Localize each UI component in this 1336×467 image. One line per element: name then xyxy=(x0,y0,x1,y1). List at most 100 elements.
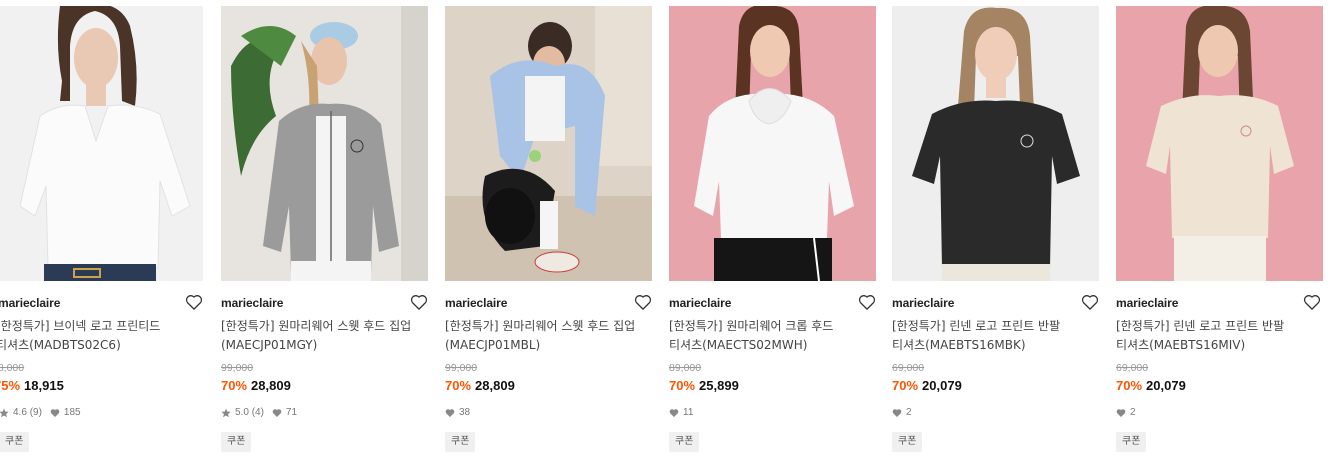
product-name[interactable]: [한정특가] 원마리웨어 스웻 후드 집업 (MAECJP01MBL) xyxy=(445,317,652,355)
sale-price: 28,809 xyxy=(475,378,515,393)
product-image[interactable] xyxy=(445,6,652,281)
original-price: 78,000 xyxy=(0,362,25,374)
product-name-line2: (MAECJP01MBL) xyxy=(445,338,541,352)
discount-rate: 70% xyxy=(1116,378,1143,393)
wishlist-heart-icon[interactable] xyxy=(634,294,652,312)
like-count: 185 xyxy=(63,407,81,418)
price-line: 70% 28,809 xyxy=(445,378,515,393)
product-name[interactable]: [한정특가] 린넨 로고 프린트 반팔 티셔츠(MAEBTS16MBK) xyxy=(892,317,1099,355)
product-meta: 4.6 (9) 185 xyxy=(0,407,89,418)
product-name-line2: 티셔츠(MAECTS02MWH) xyxy=(669,338,808,352)
heart-filled-icon xyxy=(445,408,455,418)
like-count: 2 xyxy=(906,407,912,418)
sale-price: 28,809 xyxy=(251,378,291,393)
original-price: 99,000 xyxy=(221,362,254,374)
original-price: 89,000 xyxy=(669,362,702,374)
product-name[interactable]: [한정특가] 원마리웨어 크롭 후드 티셔츠(MAECTS02MWH) xyxy=(669,317,876,355)
product-card[interactable]: marieclaire [한정특가] 원마리웨어 스웻 후드 집업 (MAECJ… xyxy=(445,6,652,461)
discount-rate: 75% xyxy=(0,378,21,393)
brand-row: marieclaire xyxy=(1116,294,1323,312)
sale-price: 18,915 xyxy=(24,378,64,393)
product-meta: 38 xyxy=(445,407,478,418)
product-name-line2: 티셔츠(MAEBTS16MBK) xyxy=(892,338,1026,352)
product-name-line1: [한정특가] 린넨 로고 프린트 반팔 xyxy=(1116,319,1285,333)
brand-name[interactable]: marieclaire xyxy=(892,296,954,310)
product-card[interactable]: marieclaire [한정특가] 린넨 로고 프린트 반팔 티셔츠(MAEB… xyxy=(892,6,1099,461)
star-icon xyxy=(221,408,231,418)
coupon-badge: 쿠폰 xyxy=(1116,432,1147,452)
brand-row: marieclaire xyxy=(445,294,652,312)
wishlist-heart-icon[interactable] xyxy=(1081,294,1099,312)
coupon-badge: 쿠폰 xyxy=(0,432,30,452)
product-card[interactable]: marieclaire [한정특가] 원마리웨어 크롭 후드 티셔츠(MAECT… xyxy=(669,6,876,461)
discount-rate: 70% xyxy=(445,378,472,393)
product-meta: 11 xyxy=(669,407,701,418)
likes: 2 xyxy=(1116,407,1136,418)
coupon-badge: 쿠폰 xyxy=(221,432,252,452)
brand-row: marieclaire xyxy=(669,294,876,312)
product-image[interactable] xyxy=(221,6,428,281)
price-line: 70% 20,079 xyxy=(1116,378,1186,393)
product-image[interactable] xyxy=(0,6,203,281)
brand-name[interactable]: marieclaire xyxy=(669,296,731,310)
rating: 5.0 (4) xyxy=(221,407,264,418)
product-name[interactable]: [한정특가] 린넨 로고 프린트 반팔 티셔츠(MAEBTS16MIV) xyxy=(1116,317,1323,355)
sale-price: 20,079 xyxy=(922,378,962,393)
brand-row: marieclaire xyxy=(892,294,1099,312)
brand-name[interactable]: marieclaire xyxy=(0,296,60,310)
product-meta: 2 xyxy=(892,407,920,418)
product-name-line2: (MAECJP01MGY) xyxy=(221,338,318,352)
brand-name[interactable]: marieclaire xyxy=(221,296,283,310)
brand-row: marieclaire xyxy=(0,294,203,312)
product-name[interactable]: [한정특가] 원마리웨어 스웻 후드 집업 (MAECJP01MGY) xyxy=(221,317,428,355)
coupon-badge: 쿠폰 xyxy=(669,432,700,452)
heart-filled-icon xyxy=(892,408,902,418)
product-name-line1: [한정특가] 브이넥 로고 프린티드 xyxy=(0,319,161,333)
wishlist-heart-icon[interactable] xyxy=(1303,294,1321,312)
heart-filled-icon xyxy=(272,408,282,418)
like-count: 11 xyxy=(683,407,694,418)
product-name-line2: 티셔츠(MAEBTS16MIV) xyxy=(1116,338,1246,352)
product-name-line2: 티셔츠(MADBTS02C6) xyxy=(0,338,121,352)
brand-name[interactable]: marieclaire xyxy=(1116,296,1178,310)
star-icon xyxy=(0,408,9,418)
coupon-badge: 쿠폰 xyxy=(892,432,923,452)
product-card[interactable]: marieclaire [한정특가] 브이넥 로고 프린티드 티셔츠(MADBT… xyxy=(0,6,203,461)
product-card[interactable]: marieclaire [한정특가] 린넨 로고 프린트 반팔 티셔츠(MAEB… xyxy=(1116,6,1323,461)
review-count: (9) xyxy=(29,407,42,418)
likes: 11 xyxy=(669,407,693,418)
product-card[interactable]: marieclaire [한정특가] 원마리웨어 스웻 후드 집업 (MAECJ… xyxy=(221,6,428,461)
heart-filled-icon xyxy=(1116,408,1126,418)
original-price: 69,000 xyxy=(892,362,925,374)
wishlist-heart-icon[interactable] xyxy=(185,294,203,312)
product-name-line1: [한정특가] 원마리웨어 스웻 후드 집업 xyxy=(445,319,636,333)
wishlist-heart-icon[interactable] xyxy=(858,294,876,312)
heart-filled-icon xyxy=(50,408,60,418)
wishlist-heart-icon[interactable] xyxy=(410,294,428,312)
product-meta: 5.0 (4) 71 xyxy=(221,407,305,418)
product-grid: marieclaire [한정특가] 브이넥 로고 프린티드 티셔츠(MADBT… xyxy=(0,0,1336,467)
sale-price: 20,079 xyxy=(1146,378,1186,393)
review-count: (4) xyxy=(251,407,264,418)
like-count: 38 xyxy=(459,407,471,418)
product-name-line1: [한정특가] 원마리웨어 스웻 후드 집업 xyxy=(221,319,412,333)
discount-rate: 70% xyxy=(892,378,919,393)
likes: 2 xyxy=(892,407,912,418)
rating-value: 4.6 xyxy=(13,407,27,418)
likes: 38 xyxy=(445,407,470,418)
brand-name[interactable]: marieclaire xyxy=(445,296,507,310)
product-image[interactable] xyxy=(892,6,1099,281)
price-line: 70% 20,079 xyxy=(892,378,962,393)
brand-row: marieclaire xyxy=(221,294,428,312)
product-image[interactable] xyxy=(669,6,876,281)
heart-filled-icon xyxy=(669,408,679,418)
product-name-line1: [한정특가] 린넨 로고 프린트 반팔 xyxy=(892,319,1061,333)
price-line: 75%18,915 xyxy=(0,378,64,393)
product-name[interactable]: [한정특가] 브이넥 로고 프린티드 티셔츠(MADBTS02C6) xyxy=(0,317,199,355)
original-price: 99,000 xyxy=(445,362,478,374)
likes: 185 xyxy=(50,407,81,418)
product-meta: 2 xyxy=(1116,407,1144,418)
rating-value: 5.0 xyxy=(235,407,249,418)
product-image[interactable] xyxy=(1116,6,1323,281)
rating: 4.6 (9) xyxy=(0,407,42,418)
